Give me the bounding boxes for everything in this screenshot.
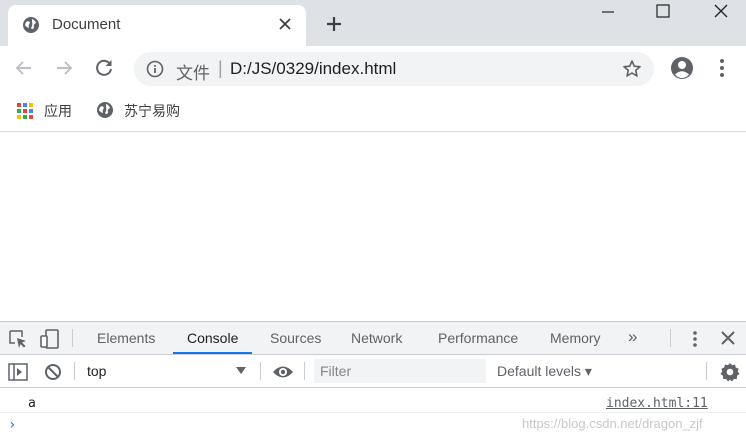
watermark-text: https://blog.csdn.net/dragon_zjf (522, 416, 703, 431)
tab-elements[interactable]: Elements (97, 322, 155, 354)
devtools-panel: Elements Console Sources Network Perform… (0, 321, 746, 438)
apps-grid-icon (17, 103, 33, 119)
tab-title: Document (52, 16, 121, 33)
url-scheme: 文件 (176, 64, 210, 83)
forward-arrow-icon[interactable] (52, 56, 76, 80)
divider (260, 362, 261, 380)
bookmark-suning-label: 苏宁易购 (124, 103, 180, 119)
back-arrow-icon[interactable] (12, 56, 36, 80)
maximize-icon[interactable] (648, 0, 680, 24)
tab-performance[interactable]: Performance (438, 322, 518, 354)
globe-icon (97, 102, 113, 118)
tab-network[interactable]: Network (351, 322, 402, 354)
divider (304, 362, 305, 380)
dropdown-caret-icon (236, 367, 246, 374)
log-source-link[interactable]: index.html:11 (606, 396, 708, 411)
divider (670, 329, 671, 347)
tab-memory[interactable]: Memory (550, 322, 601, 354)
console-toolbar: top Default levels ▾ (0, 355, 746, 388)
context-value: top (87, 363, 107, 379)
info-icon[interactable] (146, 60, 164, 78)
tab-console[interactable]: Console (173, 322, 253, 354)
console-sidebar-icon[interactable] (8, 363, 28, 381)
profile-avatar-icon[interactable] (670, 56, 694, 80)
divider (74, 362, 75, 380)
live-expression-eye-icon[interactable] (272, 364, 294, 380)
globe-icon (23, 17, 39, 33)
divider (72, 329, 73, 347)
console-log-row: a index.html:11 (0, 388, 746, 413)
devtools-tab-bar: Elements Console Sources Network Perform… (0, 322, 746, 355)
bookmark-star-icon[interactable] (622, 59, 642, 79)
new-tab-icon[interactable] (324, 14, 344, 34)
url-text[interactable]: D:/JS/0329/index.html (230, 59, 396, 79)
prompt-caret-icon: › (8, 417, 17, 433)
browser-toolbar: 文件 | D:/JS/0329/index.html (0, 46, 746, 91)
browser-menu-icon[interactable] (712, 56, 732, 80)
gear-icon[interactable] (720, 362, 740, 382)
divider (706, 362, 707, 380)
clear-console-icon[interactable] (44, 363, 62, 381)
bookmark-apps-label: 应用 (44, 103, 72, 119)
url-separator: | (218, 58, 223, 78)
close-devtools-icon[interactable] (720, 330, 736, 346)
context-selector[interactable]: top (86, 355, 252, 387)
device-toggle-icon[interactable] (40, 329, 60, 349)
tab-strip: Document (0, 0, 746, 46)
reload-icon[interactable] (92, 56, 116, 80)
tab-sources[interactable]: Sources (270, 322, 321, 354)
more-tabs-button[interactable]: » (628, 327, 637, 347)
window-close-icon[interactable] (706, 0, 738, 24)
minimize-icon[interactable] (594, 0, 626, 24)
filter-input[interactable] (314, 359, 486, 383)
close-tab-icon[interactable] (278, 17, 292, 31)
bookmarks-bar: 应用 苏宁易购 (0, 91, 746, 132)
devtools-menu-icon[interactable] (688, 329, 702, 349)
log-message: a (28, 396, 36, 411)
address-bar[interactable]: 文件 | D:/JS/0329/index.html (134, 52, 654, 86)
log-levels-dropdown[interactable]: Default levels ▾ (497, 363, 592, 380)
inspect-element-icon[interactable] (8, 329, 28, 349)
browser-tab[interactable]: Document (8, 5, 306, 46)
